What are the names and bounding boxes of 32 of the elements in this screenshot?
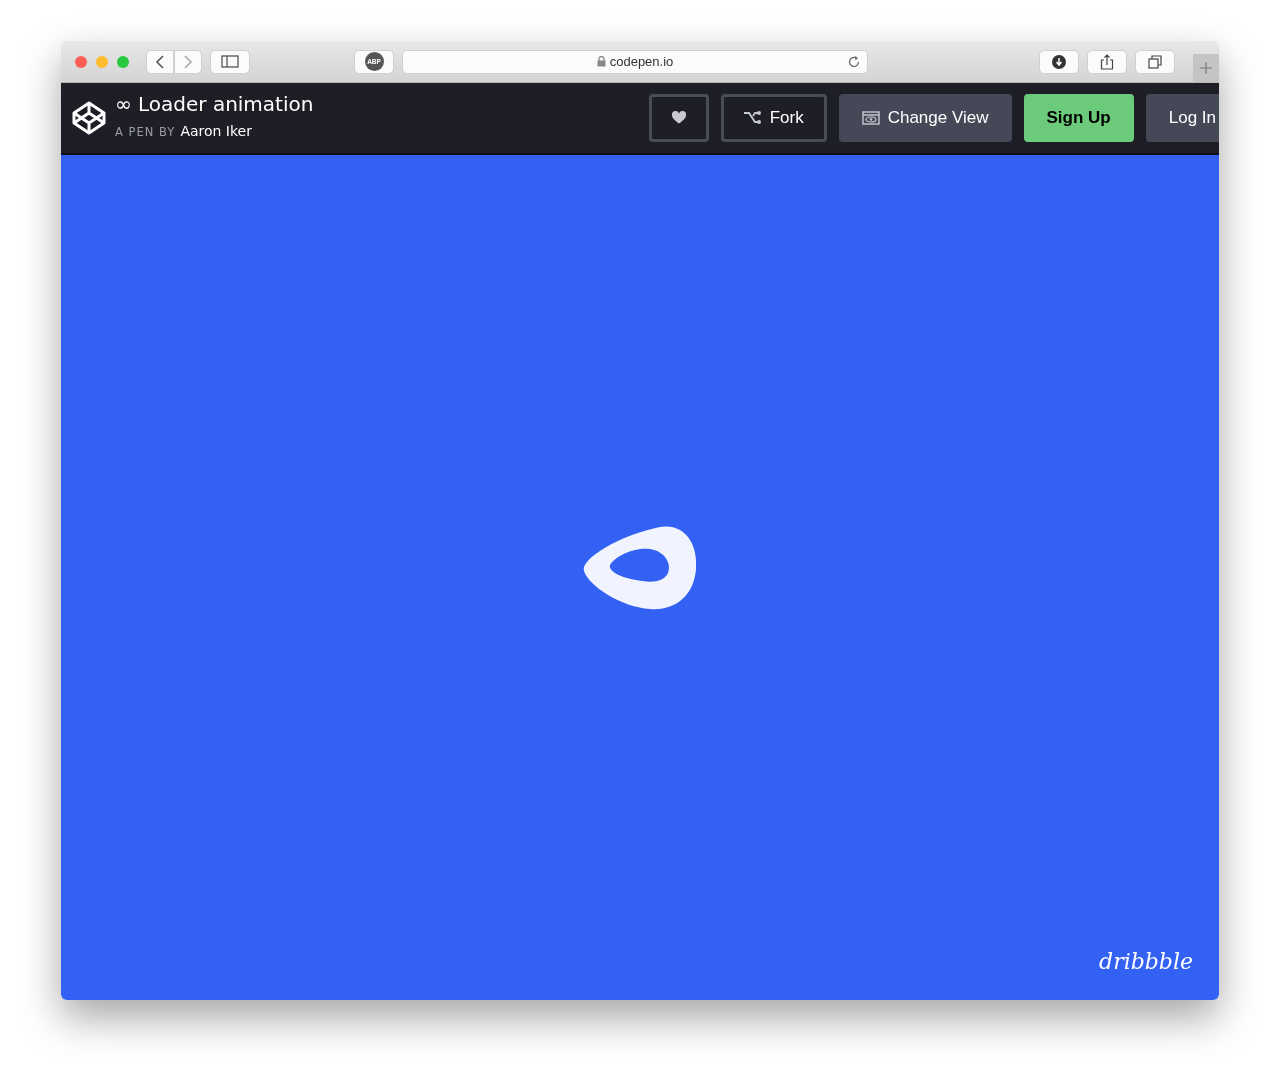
change-view-button[interactable]: Change View [838,94,1012,142]
download-icon [1052,54,1066,69]
pen-title: ∞ Loader animation [115,93,314,115]
address-field[interactable]: codepen.io [402,49,868,74]
plus-icon [1200,62,1212,74]
log-in-button[interactable]: Log In [1145,94,1219,142]
byline-label: A PEN BY [115,125,176,139]
downloads-button[interactable] [1039,49,1079,74]
chevron-right-icon [183,54,193,69]
zoom-icon[interactable] [117,55,129,68]
chevron-left-icon [155,54,165,69]
lock-icon [596,56,606,67]
forward-button[interactable] [174,49,202,74]
reload-icon[interactable] [847,54,861,69]
cube-logo-icon[interactable] [71,100,107,136]
sidebar-icon [221,55,239,68]
back-button[interactable] [146,49,174,74]
author-link[interactable]: Aaron Iker [180,123,252,139]
tabs-icon [1148,54,1162,69]
like-button[interactable] [648,94,709,142]
share-icon [1100,53,1114,70]
sidebar-button[interactable] [210,49,250,74]
eye-window-icon [861,111,880,125]
share-button[interactable] [1087,49,1127,74]
tabs-button[interactable] [1135,49,1175,74]
fork-button[interactable]: Fork [720,94,827,142]
address-text: codepen.io [609,52,674,71]
sign-up-button[interactable]: Sign Up [1023,94,1134,142]
close-icon[interactable] [75,55,87,68]
fork-icon [743,111,762,125]
new-tab-button[interactable] [1193,54,1219,82]
dribbble-link[interactable]: dribbble [1099,945,1193,978]
